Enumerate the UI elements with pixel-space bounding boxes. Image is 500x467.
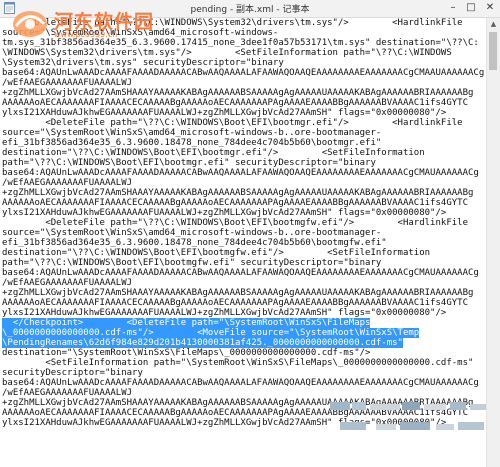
text-editor-area[interactable]: <DeleteFile path="\??\C:\WINDOWS\System3… [0, 18, 487, 467]
line-text: destination="\SystemRoot\WinSxS\FileMaps… [2, 348, 371, 358]
line-text: /wEfAAEGAAAAAAAFUAAAALWJ [2, 178, 133, 188]
line-text: +zgZhMLLXGwjbVcAd27AAmSHAAAYAAAAAKABAgAA… [2, 188, 474, 198]
line-text: ylxsI21XAHduwAJkhwEGAAAAAAAFUAAAALWJ+zgZ… [2, 308, 447, 318]
text-line[interactable]: base64:AQAUnLwAAADcAAAAFAAAADAAAAACABwAA… [2, 68, 487, 78]
text-line[interactable]: base64:AQAUnLwAAADcAAAAFAAAADAAAAACABwAA… [2, 378, 487, 388]
line-text: /wEfAAEGAAAAAAAFUAAAALWJ [2, 388, 133, 398]
text-line[interactable]: destination="\SystemRoot\WinSxS\FileMaps… [2, 348, 487, 358]
text-line[interactable]: ylxsI21XAHduwAJkhwEGAAAAAAAFUAAAALWJ+zgZ… [2, 108, 487, 118]
text-line[interactable]: </Checkpoint> <DeleteFile path="\SystemR… [2, 318, 487, 328]
text-line[interactable]: \PendingRenames\62d6f984e829d201b4130000… [2, 338, 487, 348]
watermark: 河东软件园 www.pc0359.cn [10, 6, 230, 40]
line-text: AAAAAAoAECAAAAAAAFIAAAACECAAAAABgAAAAAoA… [2, 98, 468, 108]
line-text: efi_31bf3856ad364e35_6.3.9600.18478_none… [2, 238, 387, 248]
text-line[interactable]: \System32\drivers\tm.sys" securityDescri… [2, 58, 487, 68]
text-line[interactable]: /wEfAAEGAAAAAAAFUAAAALWJ [2, 178, 487, 188]
line-text: path="\??\C:\WINDOWS\Boot\EFI\bootmgfw.e… [2, 258, 382, 268]
text-line[interactable]: efi_31bf3856ad364e35_6.3.9600.18478_none… [2, 238, 487, 248]
text-line[interactable]: ylxsI21XAHduwAJkhwEGAAAAAAAFUAAAALWJ+zgZ… [2, 208, 487, 218]
text-line[interactable]: +zgZhMLLXGwjbVcAd27AAmSHAAAYAAAAAKABAgAA… [2, 88, 487, 98]
line-text: efi_31bf3856ad364e35_6.3.9600.18478_none… [2, 138, 382, 148]
maximize-button[interactable]: □ [464, 0, 478, 16]
line-text: <SetFileInformation path="\SystemRoot\Wi… [2, 358, 474, 368]
line-text: +zgZhMLLXGwjbVcAd27AAmSHAAAYAAAAAKABAgAA… [2, 88, 474, 98]
close-button[interactable]: ✕ [480, 0, 500, 16]
text-line[interactable]: path="\??\C:\WINDOWS\Boot\EFI\bootmgfw.e… [2, 258, 487, 268]
document-text[interactable]: <DeleteFile path="\??\C:\WINDOWS\System3… [0, 18, 487, 428]
text-line[interactable]: securityDescriptor="binary [2, 368, 487, 378]
text-line[interactable]: AAAAAAoAECAAAAAAAFIAAAACECAAAAABgAAAAAoA… [2, 198, 487, 208]
line-text: +zgZhMLLXGwjbVcAd27AAmSHAAAYAAAAAKABAgAA… [2, 288, 474, 298]
line-text: base64:AQAUnLwAAADcAAAAFAAAADAAAAACABwAA… [2, 168, 479, 178]
text-line[interactable]: /wEfAAEGAAAAAAAFUAAAALWJ [2, 78, 487, 88]
text-line[interactable]: destination="\??\C:\WINDOWS\Boot\EFI\boo… [2, 148, 487, 158]
line-text: destination="\??\C:\WINDOWS\Boot\EFI\boo… [2, 248, 431, 258]
watermark-url-text: www.pc0359.cn [54, 30, 118, 39]
selected-text: \_0000000000000000.cdf-ms"/> <MoveFile s… [2, 328, 420, 338]
selected-text: \PendingRenames\62d6f984e829d201b4130000… [2, 338, 403, 348]
line-text: source="\SystemRoot\WinSxS\amd64_microso… [2, 128, 382, 138]
line-text: AAAAAAoAECAAAAAAAFIAAAACECAAAAABgAAAAAoA… [2, 198, 468, 208]
scroll-up-arrow-icon[interactable]: ▲ [487, 18, 500, 31]
line-text: destination="\??\C:\WINDOWS\Boot\EFI\boo… [2, 148, 425, 158]
text-line[interactable]: source="\SystemRoot\WinSxS\amd64_microso… [2, 228, 487, 238]
vertical-scrollbar[interactable]: ▲ [486, 18, 500, 467]
line-text: source="\SystemRoot\WinSxS\amd64_microso… [2, 228, 382, 238]
line-text: \WINDOWS\System32\drivers\tm.sys"/> <Set… [2, 48, 452, 58]
text-line[interactable]: path="\??\C:\WINDOWS\Boot\EFI\bootmgr.ef… [2, 158, 487, 168]
text-line[interactable]: <SetFileInformation path="\SystemRoot\Wi… [2, 358, 487, 368]
text-line[interactable]: \WINDOWS\System32\drivers\tm.sys"/> <Set… [2, 48, 487, 58]
scrollbar-thumb[interactable] [489, 32, 497, 70]
text-line[interactable]: <DeleteFile path="\??\C:\WINDOWS\Boot\EF… [2, 218, 487, 228]
line-text: /wEfAAEGAAAAAAAFUAAAALWJ [2, 278, 133, 288]
pixelated-overlay [330, 402, 500, 430]
line-text: securityDescriptor="binary [2, 368, 143, 378]
text-line[interactable]: <DeleteFile path="\??\C:\WINDOWS\Boot\EF… [2, 118, 487, 128]
text-line[interactable]: /wEfAAEGAAAAAAAFUAAAALWJ [2, 388, 487, 398]
text-line[interactable]: AAAAAAoAECAAAAAAAFIAAAACECAAAAABgAAAAAoA… [2, 298, 487, 308]
text-line[interactable]: +zgZhMLLXGwjbVcAd27AAmSHAAAYAAAAAKABAgAA… [2, 188, 487, 198]
minimize-button[interactable]: – [446, 0, 460, 16]
text-line[interactable]: base64:AQAUnLwAAADcAAAAFAAAADAAAAACABwAA… [2, 168, 487, 178]
text-line[interactable]: +zgZhMLLXGwjbVcAd27AAmSHAAAYAAAAAKABAgAA… [2, 288, 487, 298]
text-line[interactable]: source="\SystemRoot\WinSxS\amd64_microso… [2, 128, 487, 138]
line-text: ylxsI21XAHduwAJkhwEGAAAAAAAFUAAAALWJ+zgZ… [2, 108, 447, 118]
text-line[interactable]: destination="\??\C:\WINDOWS\Boot\EFI\boo… [2, 248, 487, 258]
line-text: <DeleteFile path="\??\C:\WINDOWS\Boot\EF… [2, 118, 463, 128]
line-text: AAAAAAoAECAAAAAAAFIAAAACECAAAAABgAAAAAoA… [2, 298, 468, 308]
text-line[interactable]: /wEfAAEGAAAAAAAFUAAAALWJ [2, 278, 487, 288]
text-line[interactable]: AAAAAAoAECAAAAAAAFIAAAACECAAAAABgAAAAAoA… [2, 98, 487, 108]
line-text: base64:AQAUnLwAAADcAAAAFAAAADAAAAACABwAA… [2, 68, 485, 78]
line-text: base64:AQAUnLwAAADcAAAAFAAAADAAAAACABwAA… [2, 378, 479, 388]
line-text: /wEfAAEGAAAAAAAFUAAAALWJ [2, 78, 133, 88]
text-line[interactable]: \_0000000000000000.cdf-ms"/> <MoveFile s… [2, 328, 487, 338]
line-text: \System32\drivers\tm.sys" securityDescri… [2, 58, 284, 68]
notepad-window: pending - 副本.xml - 记事本 – □ ✕ <DeleteFile… [0, 0, 500, 467]
text-line[interactable]: efi_31bf3856ad364e35_6.3.9600.18478_none… [2, 138, 487, 148]
text-line[interactable]: base64:AQAUnLwAAADcAAAAFAAAADAAAAACABwAA… [2, 268, 487, 278]
selected-text: </Checkpoint> <DeleteFile path="\SystemR… [2, 318, 371, 328]
line-text: base64:AQAUnLwAAADcAAAAFAAAADAAAAACABwAA… [2, 268, 479, 278]
line-text: path="\??\C:\WINDOWS\Boot\EFI\bootmgr.ef… [2, 158, 376, 168]
line-text: ylxsI21XAHduwAJkhwEGAAAAAAAFUAAAALWJ+zgZ… [2, 208, 447, 218]
text-line[interactable]: ylxsI21XAHduwAJkhwEGAAAAAAAFUAAAALWJ+zgZ… [2, 308, 487, 318]
line-text: <DeleteFile path="\??\C:\WINDOWS\Boot\EF… [2, 218, 468, 228]
watermark-logo-icon [13, 11, 47, 37]
